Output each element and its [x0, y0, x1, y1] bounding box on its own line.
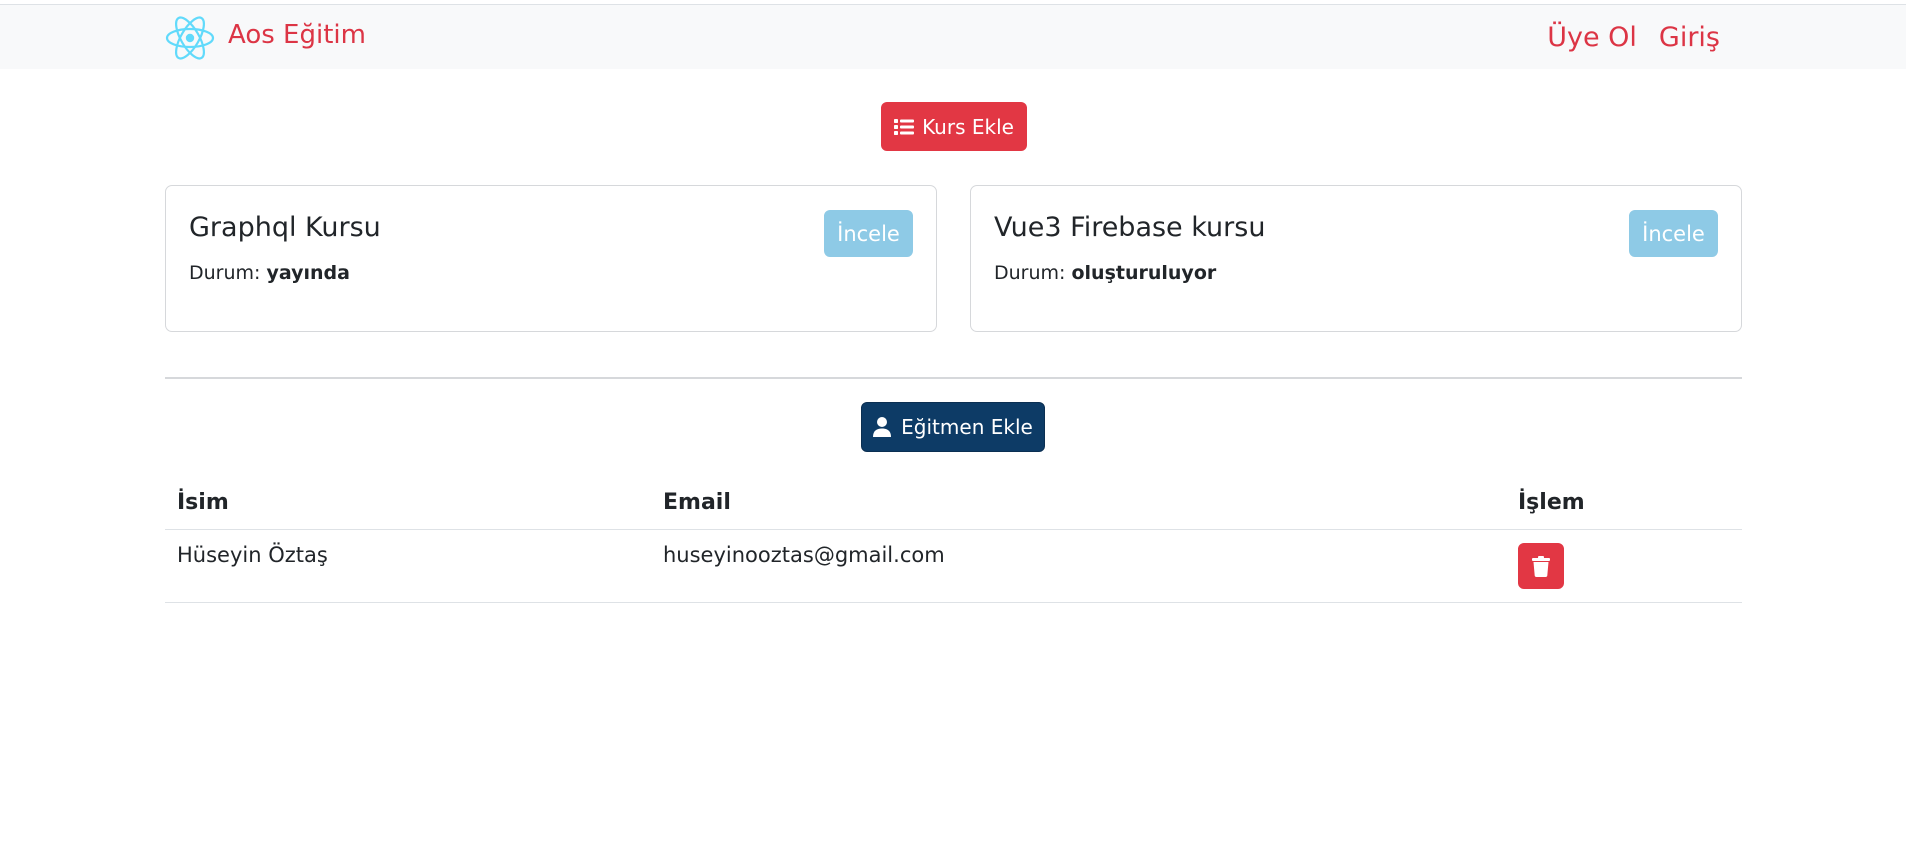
nav-links: Üye Ol Giriş	[1547, 22, 1720, 53]
list-icon	[894, 118, 915, 136]
course-card: Graphql Kursu Durum: yayında İncele	[165, 185, 937, 332]
course-status: Durum: yayında	[189, 262, 350, 284]
view-course-button[interactable]: İncele	[1629, 210, 1718, 257]
table-row: Hüseyin Öztaş huseyinooztas@gmail.com	[165, 529, 1742, 603]
column-header-email: Email	[651, 478, 1506, 530]
section-divider	[165, 377, 1742, 379]
nav-link-register[interactable]: Üye Ol	[1547, 22, 1637, 53]
trainer-email: huseyinooztas@gmail.com	[651, 529, 1506, 603]
course-card: Vue3 Firebase kursu Durum: oluşturuluyor…	[970, 185, 1742, 332]
user-icon	[873, 417, 892, 437]
navbar: Aos Eğitim Üye Ol Giriş	[0, 5, 1906, 69]
trainers-table: İsim Email İşlem Hüseyin Öztaş huseyinoo…	[165, 478, 1742, 603]
course-title: Vue3 Firebase kursu	[994, 212, 1266, 243]
trainer-action-cell	[1506, 529, 1742, 603]
add-course-button[interactable]: Kurs Ekle	[881, 102, 1027, 151]
add-trainer-label: Eğitmen Ekle	[901, 415, 1033, 439]
table-header-row: İsim Email İşlem	[165, 478, 1742, 530]
trash-icon	[1532, 555, 1550, 577]
course-title: Graphql Kursu	[189, 212, 381, 243]
course-status: Durum: oluşturuluyor	[994, 262, 1216, 284]
react-atom-icon	[164, 13, 216, 63]
status-label: Durum:	[994, 262, 1066, 284]
status-label: Durum:	[189, 262, 261, 284]
status-value: oluşturuluyor	[1071, 262, 1217, 284]
delete-trainer-button[interactable]	[1518, 543, 1564, 589]
add-trainer-button[interactable]: Eğitmen Ekle	[861, 402, 1045, 452]
add-course-label: Kurs Ekle	[922, 114, 1014, 139]
brand-link[interactable]: Aos Eğitim	[164, 13, 366, 63]
column-header-action: İşlem	[1506, 478, 1742, 530]
brand-title: Aos Eğitim	[228, 20, 366, 50]
nav-link-login[interactable]: Giriş	[1659, 22, 1720, 53]
view-course-button[interactable]: İncele	[824, 210, 913, 257]
trainer-name: Hüseyin Öztaş	[165, 529, 651, 603]
column-header-name: İsim	[165, 478, 651, 530]
status-value: yayında	[266, 262, 350, 284]
